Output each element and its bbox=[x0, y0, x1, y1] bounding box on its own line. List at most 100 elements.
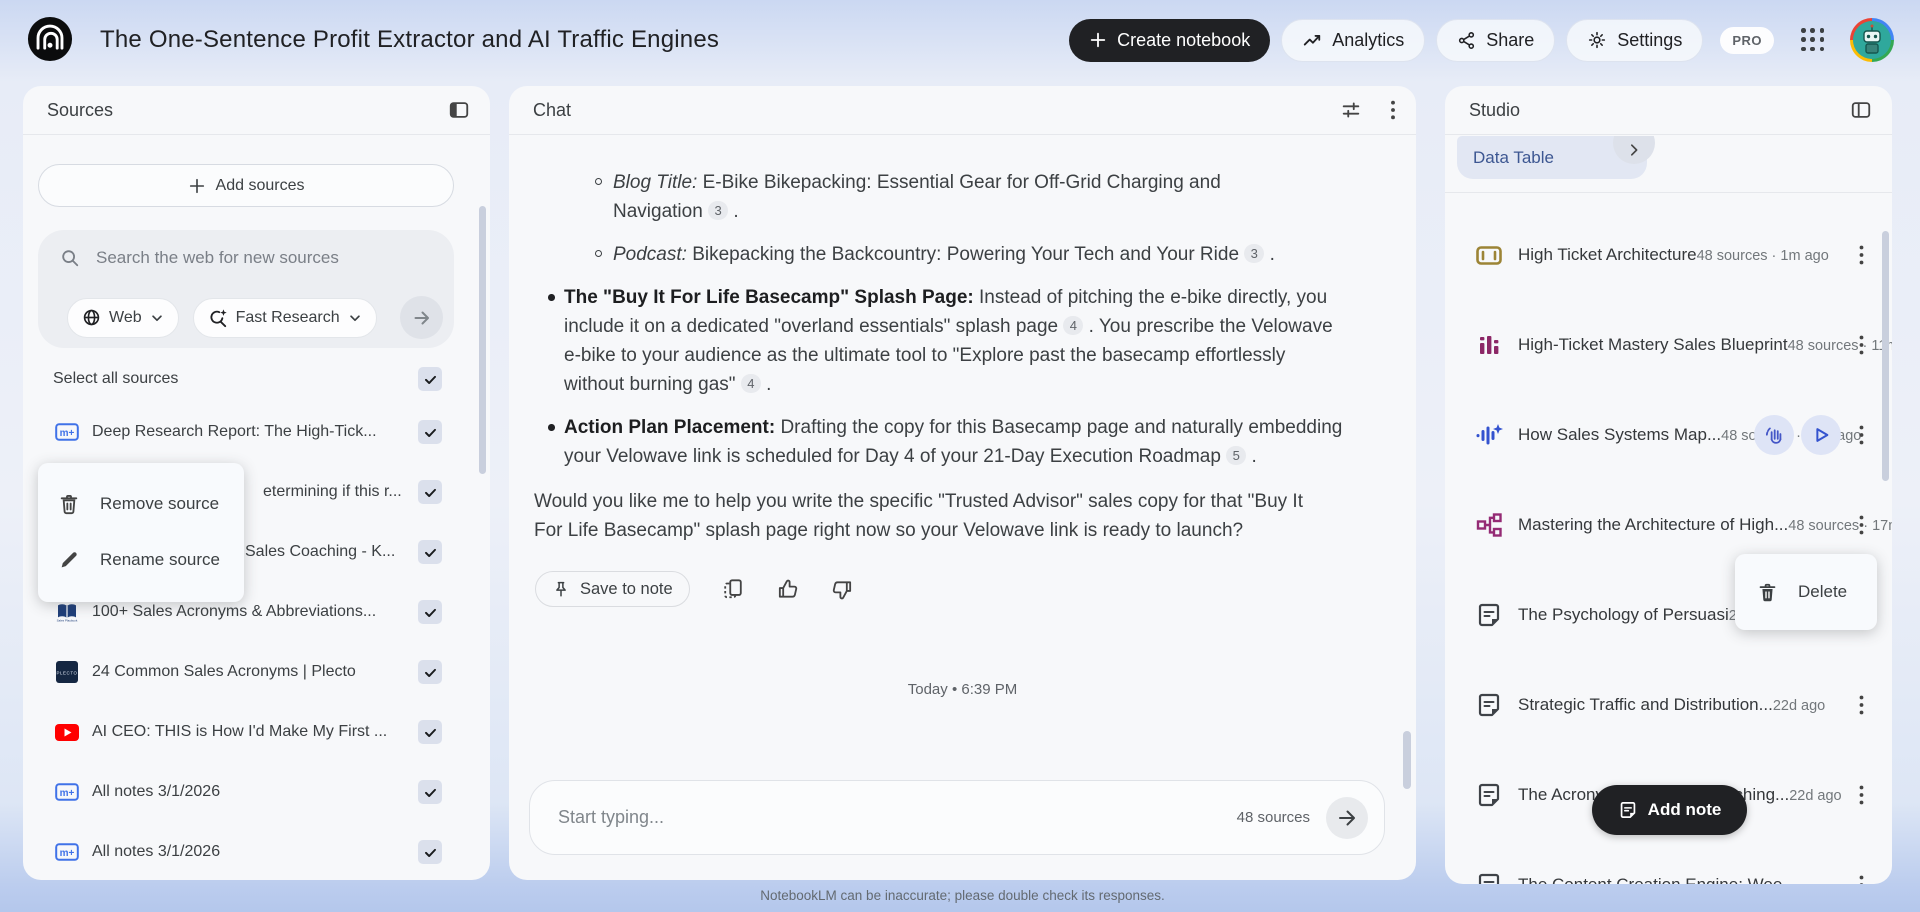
select-all-label: Select all sources bbox=[53, 370, 179, 387]
sources-panel-header: Sources bbox=[23, 86, 490, 135]
studio-row[interactable]: High Ticket Architecture48 sources · 1m … bbox=[1445, 210, 1892, 300]
copy-icon[interactable] bbox=[722, 577, 744, 601]
collapse-panel-icon[interactable] bbox=[448, 99, 470, 121]
select-all-row: Select all sources bbox=[53, 364, 442, 394]
chat-scrollbar[interactable] bbox=[1403, 731, 1411, 789]
chat-panel: Chat Blog Title: E-Bike Bikepacking: Ess… bbox=[509, 86, 1416, 880]
more-vert-icon[interactable] bbox=[1848, 692, 1874, 718]
tune-settings-icon[interactable] bbox=[1340, 99, 1362, 121]
settings-button[interactable]: Settings bbox=[1566, 18, 1704, 62]
source-row[interactable]: m+ Deep Research Report: The High-Tick..… bbox=[23, 402, 490, 462]
studio-panel: Studio Data Table High Ticket Architectu… bbox=[1445, 86, 1892, 884]
audio-waveform-icon bbox=[1473, 420, 1505, 450]
search-input[interactable] bbox=[96, 248, 426, 268]
chat-bullet: Action Plan Placement: Drafting the copy… bbox=[548, 413, 1344, 471]
studio-scrollbar[interactable] bbox=[1882, 231, 1889, 481]
web-filter-dropdown[interactable]: Web bbox=[67, 297, 179, 338]
source-row[interactable]: m+ All notes 3/1/2026 bbox=[23, 762, 490, 822]
chat-timestamp: Today • 6:39 PM bbox=[907, 681, 1018, 698]
collapse-panel-icon[interactable] bbox=[1850, 99, 1872, 121]
trash-icon bbox=[60, 495, 78, 515]
mindmap-icon bbox=[1473, 511, 1505, 539]
chat-input[interactable] bbox=[558, 807, 1237, 828]
source-checkbox[interactable] bbox=[418, 720, 442, 744]
markdown-note-icon: m+ bbox=[55, 423, 79, 441]
studio-list: High Ticket Architecture48 sources · 1m … bbox=[1445, 210, 1892, 884]
search-icon bbox=[62, 250, 79, 267]
disclaimer-text: NotebookLM can be inaccurate; please dou… bbox=[760, 888, 1165, 903]
chevron-right-icon bbox=[1630, 144, 1638, 156]
studio-row[interactable]: The Content Creation Engine: Wee... bbox=[1445, 840, 1892, 884]
source-checkbox[interactable] bbox=[418, 600, 442, 624]
thumbs-up-icon[interactable] bbox=[776, 578, 799, 601]
source-row[interactable]: PLECTO 24 Common Sales Acronyms | Plecto bbox=[23, 642, 490, 702]
more-vert-icon[interactable] bbox=[1848, 422, 1874, 448]
chat-panel-header: Chat bbox=[509, 86, 1416, 135]
header-actions: Create notebook Analytics Share Settings… bbox=[1069, 18, 1894, 62]
source-row[interactable]: AI CEO: THIS is How I'd Make My First ..… bbox=[23, 702, 490, 762]
chevron-down-icon bbox=[151, 314, 162, 321]
citation-chip[interactable]: 3 bbox=[1244, 244, 1265, 263]
sources-panel-title: Sources bbox=[47, 99, 114, 120]
source-checkbox[interactable] bbox=[418, 420, 442, 444]
source-checkbox[interactable] bbox=[418, 840, 442, 864]
sources-count: 48 sources bbox=[1236, 809, 1310, 826]
remove-source-menu-item[interactable]: Remove source bbox=[38, 476, 244, 532]
share-icon bbox=[1459, 31, 1475, 49]
citation-chip[interactable]: 3 bbox=[708, 201, 729, 220]
source-row[interactable]: m+ All notes 3/1/2026 bbox=[23, 822, 490, 880]
youtube-icon bbox=[55, 723, 79, 741]
pencil-icon bbox=[61, 552, 77, 568]
robot-avatar-image bbox=[1853, 21, 1891, 59]
send-button[interactable] bbox=[1326, 796, 1368, 839]
add-note-button[interactable]: Add note bbox=[1592, 785, 1747, 835]
studio-panel-title: Studio bbox=[1469, 99, 1521, 120]
studio-row[interactable]: High-Ticket Mastery Sales Blueprint48 so… bbox=[1445, 300, 1892, 390]
citation-chip[interactable]: 4 bbox=[740, 374, 761, 393]
save-to-note-button[interactable]: Save to note bbox=[535, 571, 690, 607]
sources-scrollbar[interactable] bbox=[479, 206, 486, 474]
studio-row[interactable]: How Sales Systems Map...48 sources · 12m… bbox=[1445, 390, 1892, 480]
chat-bullet: The "Buy It For Life Basecamp" Splash Pa… bbox=[548, 283, 1344, 399]
research-mode-dropdown[interactable]: Fast Research bbox=[192, 297, 377, 338]
more-vert-icon[interactable] bbox=[1848, 872, 1874, 884]
play-button[interactable] bbox=[1801, 415, 1841, 455]
google-apps-grid-icon[interactable] bbox=[1801, 28, 1825, 52]
interactive-mode-button[interactable] bbox=[1754, 415, 1794, 455]
pin-icon bbox=[556, 581, 566, 597]
gear-icon bbox=[1589, 31, 1606, 49]
analytics-button[interactable]: Analytics bbox=[1281, 18, 1426, 62]
citation-chip[interactable]: 4 bbox=[1063, 316, 1084, 335]
more-vert-icon[interactable] bbox=[1848, 242, 1874, 268]
delete-menu-item[interactable]: Delete bbox=[1735, 554, 1877, 630]
note-icon bbox=[1473, 601, 1505, 629]
citation-chip[interactable]: 5 bbox=[1226, 446, 1247, 465]
note-add-icon bbox=[1620, 802, 1635, 818]
source-context-menu: Remove source Rename source bbox=[38, 463, 244, 602]
source-checkbox[interactable] bbox=[418, 540, 442, 564]
trending-up-icon bbox=[1304, 35, 1321, 46]
more-vert-icon[interactable] bbox=[1848, 782, 1874, 808]
source-checkbox[interactable] bbox=[418, 660, 442, 684]
search-sparkle-icon bbox=[210, 308, 227, 327]
more-vert-icon[interactable] bbox=[1848, 332, 1874, 358]
source-checkbox[interactable] bbox=[418, 480, 442, 504]
more-vert-icon[interactable] bbox=[1390, 99, 1396, 121]
share-button[interactable]: Share bbox=[1436, 18, 1556, 62]
pro-badge: PRO bbox=[1720, 26, 1774, 54]
svg-text:Sales Playbook: Sales Playbook bbox=[57, 619, 78, 623]
create-notebook-button[interactable]: Create notebook bbox=[1069, 18, 1271, 62]
add-sources-button[interactable]: Add sources bbox=[38, 164, 454, 207]
note-icon bbox=[1473, 871, 1505, 884]
rename-source-menu-item[interactable]: Rename source bbox=[38, 532, 244, 588]
studio-row[interactable]: Strategic Traffic and Distribution...22d… bbox=[1445, 660, 1892, 750]
notebooklm-logo-icon[interactable] bbox=[27, 16, 73, 62]
avatar[interactable] bbox=[1850, 18, 1894, 62]
select-all-checkbox[interactable] bbox=[418, 367, 442, 391]
studio-panel-header: Studio bbox=[1445, 86, 1892, 135]
svg-text:m+: m+ bbox=[60, 788, 75, 799]
thumbs-down-icon[interactable] bbox=[831, 578, 854, 601]
more-vert-icon[interactable] bbox=[1848, 512, 1874, 538]
source-checkbox[interactable] bbox=[418, 780, 442, 804]
search-submit-button[interactable] bbox=[400, 296, 443, 339]
